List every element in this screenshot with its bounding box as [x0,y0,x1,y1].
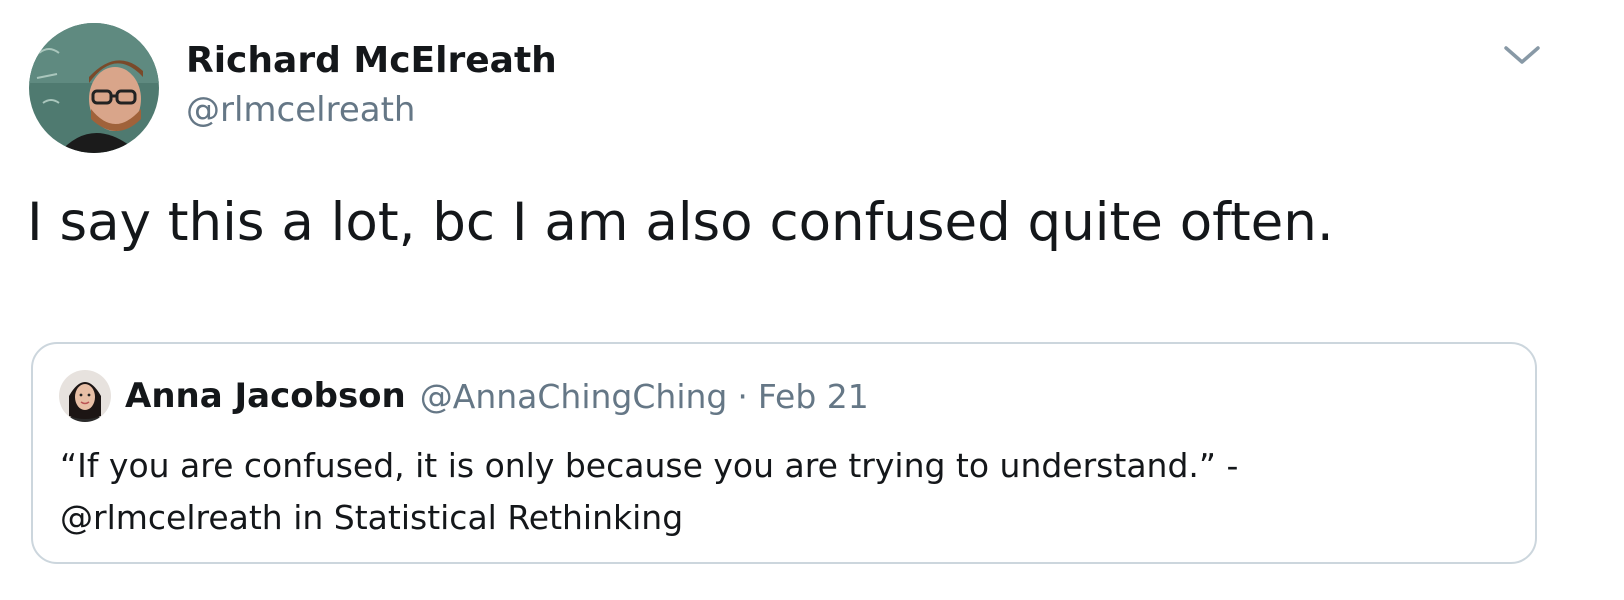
author-avatar[interactable] [29,23,159,153]
avatar-photo-icon [29,23,159,153]
quoted-tweet-header: Anna Jacobson @AnnaChingChing · Feb 21 [59,370,869,422]
chevron-down-icon [1504,46,1540,64]
tweet-text: I say this a lot, bc I am also confused … [27,192,1334,253]
author-display-name[interactable]: Richard McElreath [186,38,557,84]
quoted-tweet-text-line: @rlmcelreath in Statistical Rethinking [60,498,684,537]
quoted-tweet-text: “If you are confused, it is only because… [60,440,1510,544]
quoted-meta-separator: · [737,376,748,416]
quoted-tweet-date[interactable]: Feb 21 [758,377,869,416]
tweet-card: Richard McElreath @rlmcelreath I say thi… [0,0,1624,600]
quoted-author-display-name[interactable]: Anna Jacobson [125,376,406,416]
quoted-author-avatar[interactable] [59,370,111,422]
tweet-menu-button[interactable] [1500,40,1544,70]
avatar-photo-icon [59,370,111,422]
author-block[interactable]: Richard McElreath @rlmcelreath [186,38,557,132]
author-handle[interactable]: @rlmcelreath [186,88,557,132]
quoted-author-handle[interactable]: @AnnaChingChing [420,377,728,416]
quoted-tweet[interactable]: Anna Jacobson @AnnaChingChing · Feb 21 “… [31,342,1537,564]
quoted-tweet-text-line: “If you are confused, it is only because… [60,446,1239,485]
